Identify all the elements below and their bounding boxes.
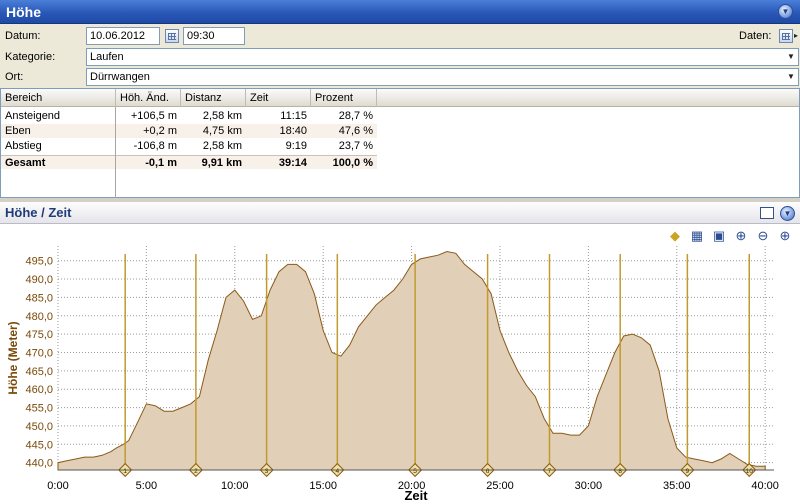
cell-percent: 47,6 % xyxy=(338,125,373,137)
zoom-out-icon[interactable]: ⊖ xyxy=(755,228,771,244)
column-header-time[interactable]: Zeit xyxy=(246,89,311,107)
cell-distance: 4,75 km xyxy=(202,125,242,137)
column-header-percent[interactable]: Prozent xyxy=(311,89,377,107)
data-menu-arrow-icon[interactable]: ▸ xyxy=(794,31,798,40)
summary-table: Bereich Höh. Änd. Distanz Zeit Prozent A… xyxy=(0,88,800,198)
cell-time: 18:40 xyxy=(279,125,307,137)
date-label: Datum: xyxy=(5,30,41,42)
chart-icon[interactable]: ▦ xyxy=(689,228,705,244)
diamond-icon[interactable]: ◆ xyxy=(667,228,683,244)
save-icon[interactable]: ▣ xyxy=(711,228,727,244)
column-header-area[interactable]: Bereich xyxy=(1,89,116,107)
location-label: Ort: xyxy=(5,71,24,83)
zoom-in-icon[interactable]: ⊕ xyxy=(777,228,793,244)
data-label: Daten: xyxy=(739,30,772,42)
cell-distance: 9,91 km xyxy=(201,157,242,169)
calendar-icon[interactable] xyxy=(165,29,179,43)
column-header-elevation[interactable]: Höh. Änd. xyxy=(116,89,181,107)
cell-area: Abstieg xyxy=(5,140,42,152)
collapse-chevron-icon[interactable]: ▼ xyxy=(778,4,793,19)
table-row[interactable]: Ansteigend +106,5 m 2,58 km 11:15 28,7 % xyxy=(1,109,377,123)
target-icon[interactable]: ⊕ xyxy=(733,228,749,244)
category-label: Kategorie: xyxy=(5,51,56,63)
cell-percent: 28,7 % xyxy=(338,110,373,122)
table-row[interactable]: Abstieg -106,8 m 2,58 km 9:19 23,7 % xyxy=(1,139,377,153)
table-column-divider xyxy=(115,107,116,198)
cell-distance: 2,58 km xyxy=(202,140,242,152)
date-input[interactable]: 10.06.2012 xyxy=(86,27,160,45)
data-calculator-icon[interactable] xyxy=(779,29,793,43)
cell-percent: 23,7 % xyxy=(338,140,373,152)
cell-percent: 100,0 % xyxy=(332,157,373,169)
cell-elevation: -0,1 m xyxy=(145,157,177,169)
cell-time: 9:19 xyxy=(285,140,307,152)
panel-chevron-icon[interactable]: ▼ xyxy=(780,206,795,221)
cell-distance: 2,58 km xyxy=(202,110,242,122)
table-total-row[interactable]: Gesamt -0,1 m 9,91 km 39:14 100,0 % xyxy=(1,155,377,169)
cell-area: Eben xyxy=(5,125,31,137)
cell-elevation: -106,8 m xyxy=(133,140,177,152)
cell-time: 11:15 xyxy=(280,110,307,122)
cell-elevation: +106,5 m xyxy=(130,110,177,122)
cell-elevation: +0,2 m xyxy=(143,125,177,137)
chart-panel-title: Höhe / Zeit xyxy=(5,205,72,220)
chart-panel-header: Höhe / Zeit ▼ xyxy=(0,202,800,224)
category-select[interactable]: Laufen xyxy=(86,48,799,66)
window-layout-icon[interactable] xyxy=(760,207,774,219)
table-row[interactable]: Eben +0,2 m 4,75 km 18:40 47,6 % xyxy=(1,124,377,138)
location-dropdown-arrow-icon[interactable]: ▼ xyxy=(787,72,795,81)
cell-area: Ansteigend xyxy=(5,110,61,122)
cell-area: Gesamt xyxy=(5,157,46,169)
chart-area xyxy=(0,224,800,504)
details-form: Datum: 10.06.2012 09:30 Daten: ▸ Kategor… xyxy=(0,24,800,88)
cell-time: 39:14 xyxy=(278,157,307,169)
category-dropdown-arrow-icon[interactable]: ▼ xyxy=(787,52,795,61)
location-select[interactable]: Dürrwangen xyxy=(86,68,799,86)
table-header: Bereich Höh. Änd. Distanz Zeit Prozent xyxy=(1,89,799,107)
window-title-bar: Höhe ▼ xyxy=(0,0,800,24)
window-title: Höhe xyxy=(6,4,41,20)
time-input[interactable]: 09:30 xyxy=(183,27,245,45)
column-header-distance[interactable]: Distanz xyxy=(181,89,246,107)
